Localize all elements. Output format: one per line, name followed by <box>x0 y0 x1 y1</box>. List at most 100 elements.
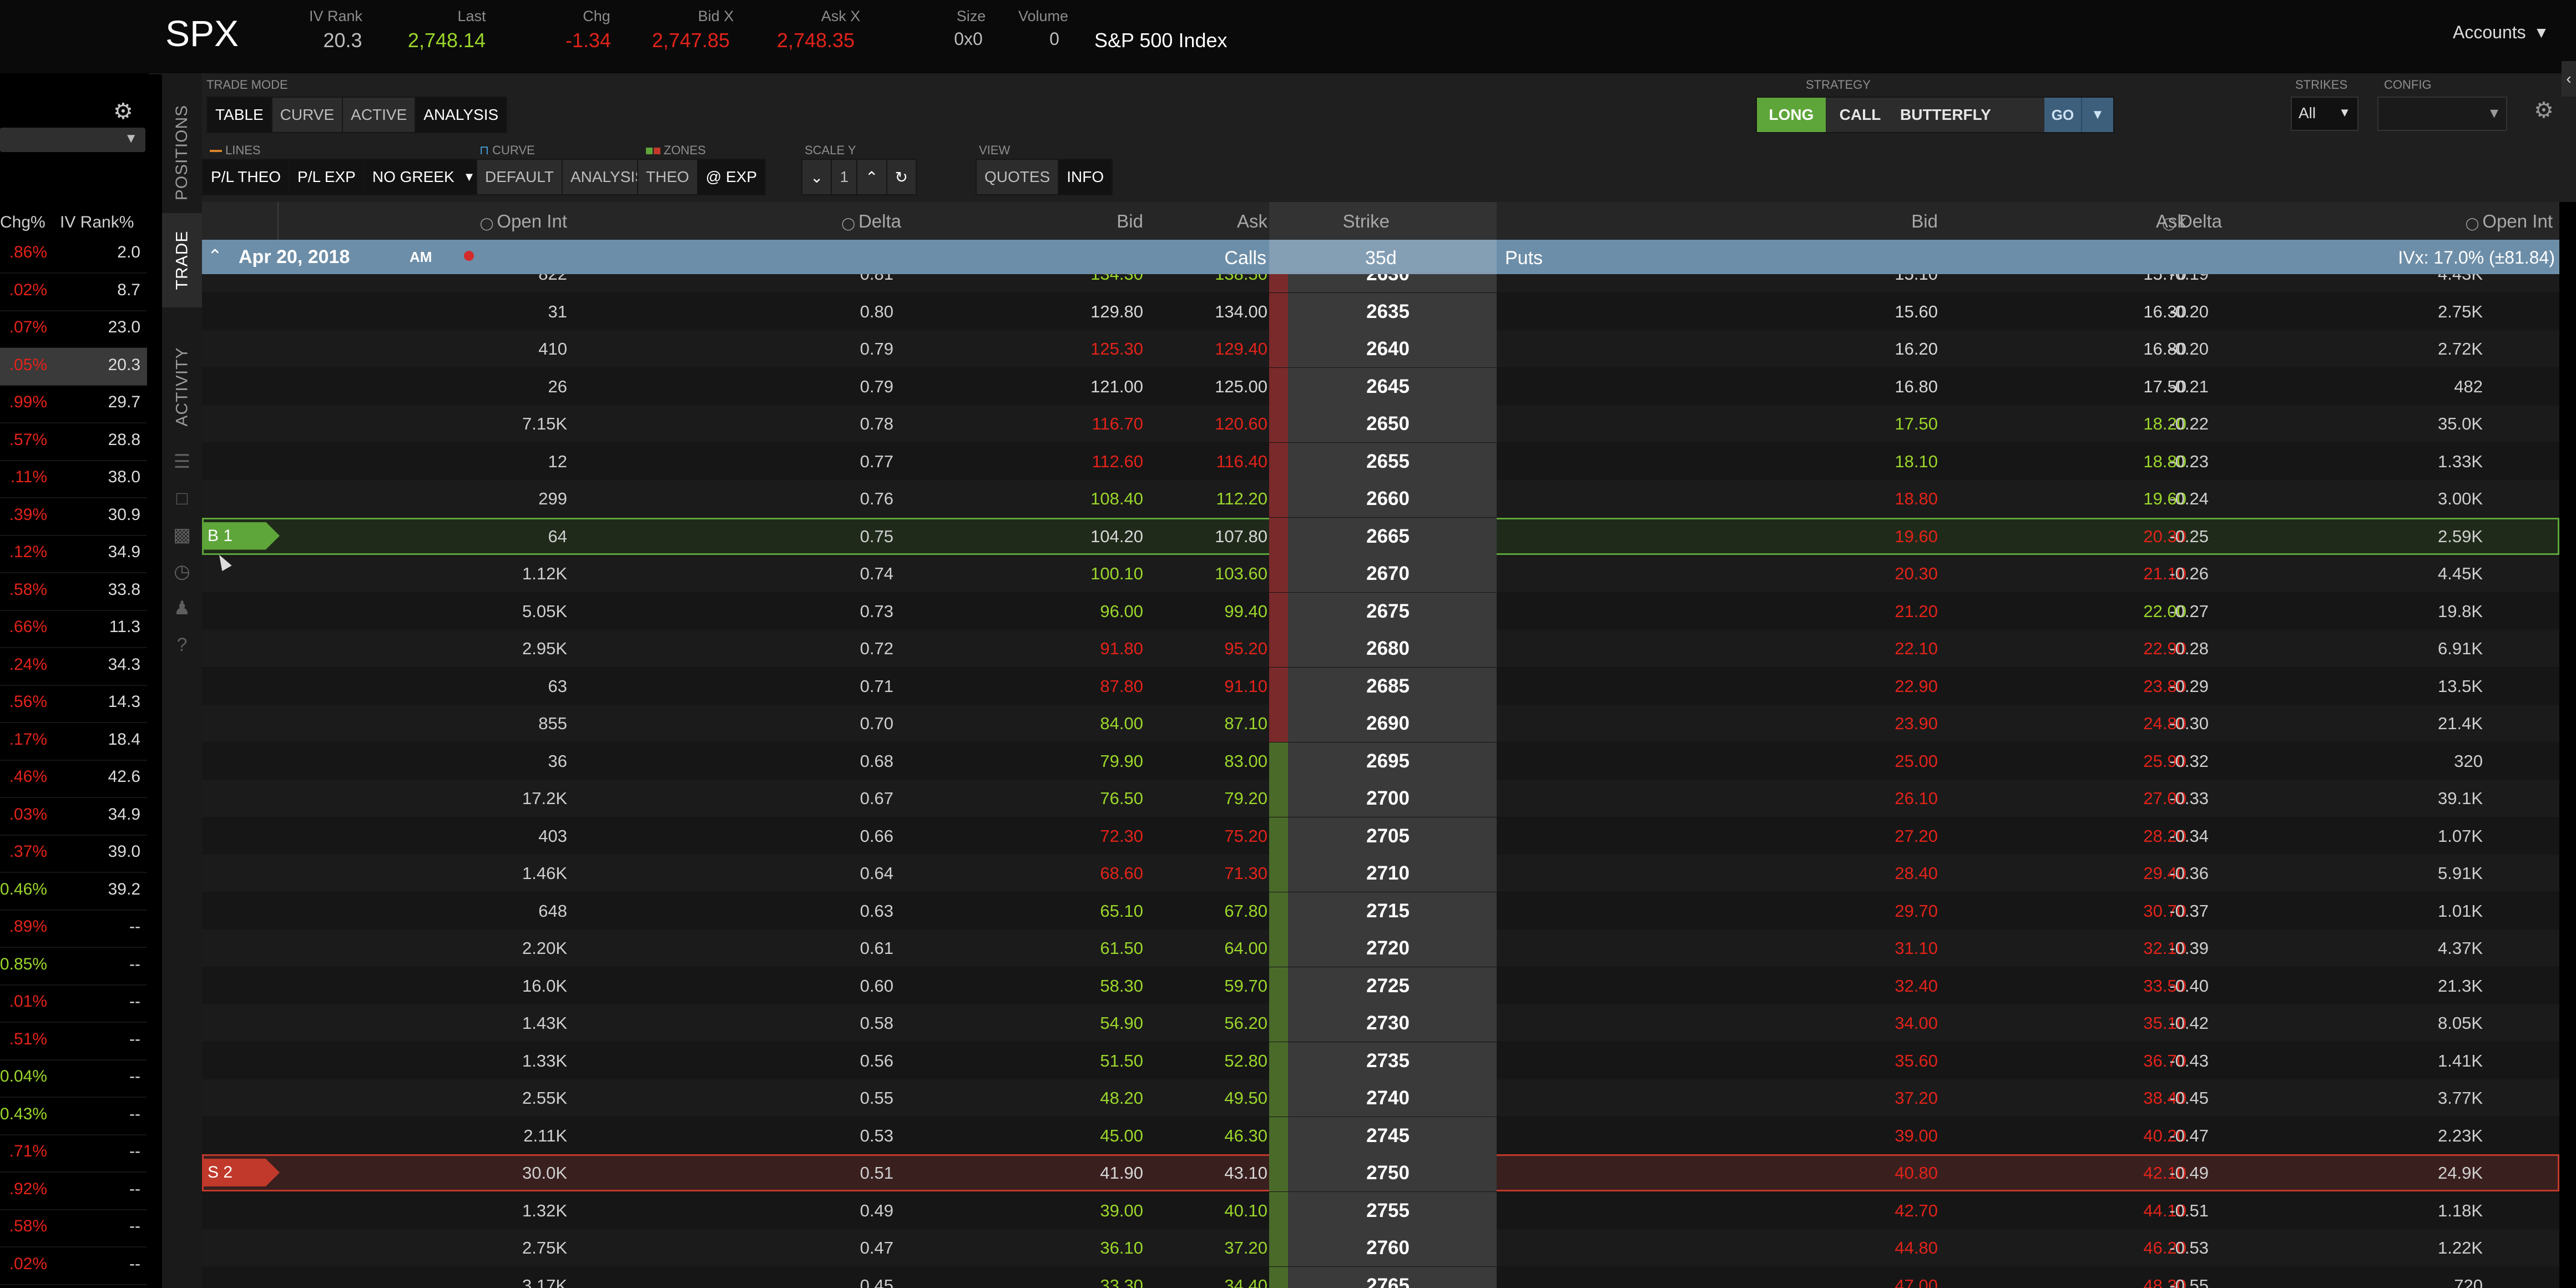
header-put-bid[interactable]: Bid <box>1911 211 1938 232</box>
call-ask[interactable]: 79.20 <box>1224 789 1267 809</box>
table-row[interactable]: 2650 7.15K 0.78 116.70 120.60 17.50 18.20 -0.22… <box>202 405 2559 443</box>
call-ask[interactable]: 83.00 <box>1224 751 1267 771</box>
put-bid[interactable]: 47.00 <box>1895 1276 1938 1288</box>
table-row[interactable]: 2720 2.20K 0.61 61.50 64.00 31.10 32.10 -0.39 4.… <box>202 930 2559 968</box>
put-bid[interactable]: 32.40 <box>1895 976 1938 996</box>
call-bid[interactable]: 39.00 <box>1100 1201 1143 1221</box>
curve-default-button[interactable]: DEFAULT <box>477 160 563 194</box>
list-icon[interactable]: ☰ <box>169 448 195 475</box>
put-bid[interactable]: 16.20 <box>1895 339 1938 359</box>
strategy-long-button[interactable]: LONG <box>1757 98 1826 132</box>
table-row[interactable]: 2740 2.55K 0.55 48.20 49.50 37.20 38.40 -0.45 3.… <box>202 1079 2559 1118</box>
symbol-label[interactable]: SPX <box>165 12 239 54</box>
put-bid[interactable]: 34.00 <box>1895 1013 1938 1033</box>
chevron-down-icon[interactable]: ▼ <box>2081 98 2113 132</box>
call-bid[interactable]: 84.00 <box>1100 714 1143 734</box>
watchlist-row[interactable]: 0.46% 39.2 <box>0 872 147 911</box>
table-row[interactable]: 2715 648 0.63 65.10 67.80 29.70 30.70 -0.37 1.01… <box>202 892 2559 931</box>
put-bid[interactable]: 31.10 <box>1895 938 1938 958</box>
put-bid[interactable]: 42.70 <box>1895 1201 1938 1221</box>
put-bid[interactable]: 18.80 <box>1895 489 1938 509</box>
call-bid[interactable]: 125.30 <box>1090 339 1143 359</box>
position-tag[interactable]: B 1 <box>202 522 280 550</box>
watchlist-row[interactable]: 0.43% -- <box>0 1097 147 1135</box>
table-row[interactable]: 2660 299 0.76 108.40 112.20 18.80 19.60 -0.24 3.… <box>202 480 2559 518</box>
watchlist-row[interactable]: .02% 8.7 <box>0 273 147 311</box>
greek-select[interactable]: NO GREEK ▼ <box>364 160 483 194</box>
put-bid[interactable]: 26.10 <box>1895 789 1938 809</box>
people-icon[interactable]: ♟ <box>169 595 195 622</box>
call-ask[interactable]: 40.10 <box>1224 1201 1267 1221</box>
watchlist-row[interactable]: .68%-- <box>0 1284 147 1288</box>
table-row[interactable]: 2735 1.33K 0.56 51.50 52.80 35.60 36.70 -0.43 1.… <box>202 1042 2559 1080</box>
call-bid[interactable]: 104.20 <box>1090 527 1143 547</box>
call-ask[interactable]: 125.00 <box>1215 377 1267 397</box>
go-button[interactable]: GO <box>2044 98 2081 132</box>
call-ask[interactable]: 103.60 <box>1215 564 1267 584</box>
call-bid[interactable]: 76.50 <box>1100 789 1143 809</box>
call-bid[interactable]: 61.50 <box>1100 938 1143 958</box>
watchlist-row[interactable]: .01% -- <box>0 984 147 1023</box>
put-bid[interactable]: 27.20 <box>1895 826 1938 846</box>
call-ask[interactable]: 87.10 <box>1224 714 1267 734</box>
watchlist-row[interactable]: .56% 14.3 <box>0 685 147 723</box>
watchlist-row[interactable]: .02% -- <box>0 1247 147 1285</box>
call-bid[interactable]: 134.30 <box>1090 274 1143 284</box>
watchlist-row[interactable]: .92% -- <box>0 1172 147 1210</box>
mode-table-button[interactable]: TABLE <box>208 98 272 132</box>
watchlist-row[interactable]: .39% 30.9 <box>0 498 147 536</box>
call-bid[interactable]: 91.80 <box>1100 639 1143 659</box>
accounts-menu[interactable]: Accounts ▼ <box>2453 22 2549 43</box>
call-bid[interactable]: 68.60 <box>1100 863 1143 883</box>
strategy-name-button[interactable]: BUTTERFLY <box>1895 98 2044 132</box>
table-row[interactable]: 2675 5.05K 0.73 96.00 99.40 21.20 22.00 -0.27 19… <box>202 592 2559 631</box>
put-bid[interactable]: 17.50 <box>1895 414 1938 434</box>
col-ivrank-header[interactable]: IV Rank% <box>60 213 134 232</box>
tab-activity[interactable]: ACTIVITY <box>162 329 202 445</box>
call-bid[interactable]: 65.10 <box>1100 901 1143 921</box>
call-bid[interactable]: 41.90 <box>1100 1163 1143 1183</box>
call-bid[interactable]: 121.00 <box>1090 377 1143 397</box>
table-row[interactable]: 2680 2.95K 0.72 91.80 95.20 22.10 22.90 -0.28 6.… <box>202 630 2559 668</box>
watchlist-row[interactable]: .51% -- <box>0 1022 147 1060</box>
watchlist-row[interactable]: .71% -- <box>0 1134 147 1173</box>
put-bid[interactable]: 22.10 <box>1895 639 1938 659</box>
tab-positions[interactable]: POSITIONS <box>162 94 202 211</box>
put-bid[interactable]: 23.90 <box>1895 714 1938 734</box>
table-row[interactable]: 2710 1.46K 0.64 68.60 71.30 28.40 29.40 -0.36 5.… <box>202 855 2559 893</box>
watchlist-row[interactable]: .12% 34.9 <box>0 535 147 573</box>
watchlist-row[interactable]: .03% 34.9 <box>0 797 147 836</box>
header-delta[interactable]: ◯ Delta <box>841 211 901 232</box>
gear-icon[interactable]: ⚙ <box>113 99 133 124</box>
put-bid[interactable]: 35.60 <box>1895 1051 1938 1071</box>
call-ask[interactable]: 46.30 <box>1224 1126 1267 1146</box>
put-bid[interactable]: 22.90 <box>1895 676 1938 696</box>
table-row[interactable]: 2655 12 0.77 112.60 116.40 18.10 18.80 -0.23 1.3… <box>202 442 2559 481</box>
table-row[interactable]: 2670 1.12K 0.74 100.10 103.60 20.30 21.10 -0.26… <box>202 555 2559 593</box>
call-ask[interactable]: 95.20 <box>1224 639 1267 659</box>
watchlist-row[interactable]: .11% 38.0 <box>0 460 147 498</box>
call-ask[interactable]: 75.20 <box>1224 826 1267 846</box>
watchlist-row[interactable]: .58% -- <box>0 1209 147 1247</box>
expiration-row[interactable]: ⌃ Apr 20, 2018 AM Calls 35d Puts IVx: 17… <box>202 240 2559 274</box>
mode-analysis-button[interactable]: ANALYSIS <box>416 98 507 132</box>
watchlist-row[interactable]: .66% 11.3 <box>0 610 147 648</box>
chevron-up-icon[interactable]: ⌃ <box>857 160 887 194</box>
header-put-open-int[interactable]: ◯ Open Int <box>2466 211 2553 232</box>
table-row[interactable]: 2635 31 0.80 129.80 134.00 15.60 16.30 -0.20 2.7… <box>202 292 2559 331</box>
watchlist-row[interactable]: 0.04% -- <box>0 1059 147 1098</box>
table-row[interactable]: 2760 2.75K 0.47 36.10 37.20 44.80 46.20 -0.53 1.… <box>202 1229 2559 1267</box>
watchlist-row[interactable]: .89% -- <box>0 910 147 948</box>
pl-theo-button[interactable]: P/L THEO <box>203 160 290 194</box>
reset-icon[interactable]: ↻ <box>887 160 916 194</box>
call-bid[interactable]: 79.90 <box>1100 751 1143 771</box>
config-field[interactable]: ▾ <box>2377 97 2507 131</box>
table-row[interactable]: 2725 16.0K 0.60 58.30 59.70 32.40 33.50 -0.40 21… <box>202 967 2559 1006</box>
call-ask[interactable]: 64.00 <box>1224 938 1267 958</box>
watchlist-row[interactable]: .57% 28.8 <box>0 423 147 461</box>
watchlist-row[interactable]: .07% 23.0 <box>0 310 147 348</box>
call-bid[interactable]: 51.50 <box>1100 1051 1143 1071</box>
pl-exp-button[interactable]: P/L EXP <box>290 160 365 194</box>
call-ask[interactable]: 116.40 <box>1216 452 1267 472</box>
call-ask[interactable]: 43.10 <box>1224 1163 1267 1183</box>
